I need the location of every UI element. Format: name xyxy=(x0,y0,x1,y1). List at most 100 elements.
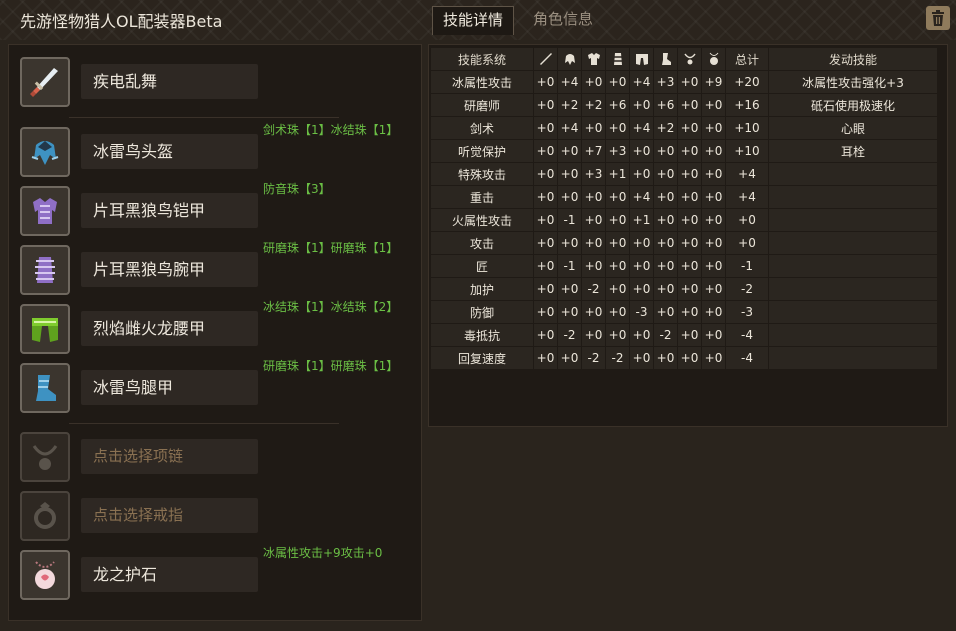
skill-value-cell: +0 xyxy=(678,209,701,231)
armor-name[interactable]: 片耳黑狼鸟铠甲 xyxy=(81,193,258,228)
skill-value-cell: +0 xyxy=(534,324,557,346)
necklace-select[interactable]: 点击选择项链 xyxy=(81,439,258,474)
skill-value-cell: +0 xyxy=(678,71,701,93)
active-skill-cell: 心眼 xyxy=(769,117,937,139)
skill-value-cell: +0 xyxy=(654,163,677,185)
skill-value-cell: +0 xyxy=(534,140,557,162)
skill-total-cell: +4 xyxy=(726,186,768,208)
skill-total-cell: +10 xyxy=(726,117,768,139)
skill-value-cell: +0 xyxy=(534,117,557,139)
skill-name-cell: 重击 xyxy=(431,186,533,208)
skill-total-cell: +10 xyxy=(726,140,768,162)
skills-panel: 技能系统 总计 发动技能 冰属性攻击 +0 +4 +0 +0 +4 +3 +0 … xyxy=(428,44,948,427)
skill-value-cell: +0 xyxy=(630,324,653,346)
skill-value-cell: +4 xyxy=(630,71,653,93)
skill-value-cell: +0 xyxy=(702,94,725,116)
talisman-col-icon xyxy=(702,48,725,70)
gauntlet-icon[interactable] xyxy=(20,245,70,295)
skill-value-cell: +0 xyxy=(558,347,581,369)
skill-value-cell: +0 xyxy=(582,186,605,208)
skill-value-cell: +3 xyxy=(654,71,677,93)
skill-value-cell: -1 xyxy=(558,209,581,231)
skills-table-body: 冰属性攻击 +0 +4 +0 +0 +4 +3 +0 +9 +20 冰属性攻击强化+3 研磨师 +0 +2… xyxy=(431,71,937,369)
skill-value-cell: +0 xyxy=(630,163,653,185)
chest-armor-icon[interactable] xyxy=(20,186,70,236)
talisman-icon[interactable] xyxy=(20,550,70,600)
waist-armor-icon[interactable] xyxy=(20,304,70,354)
skill-value-cell: +0 xyxy=(534,278,557,300)
helmet-icon[interactable] xyxy=(20,127,70,177)
ring-select[interactable]: 点击选择戒指 xyxy=(81,498,258,533)
skill-name-cell: 研磨师 xyxy=(431,94,533,116)
col-active-skill: 发动技能 xyxy=(769,48,937,70)
skill-value-cell: +4 xyxy=(630,117,653,139)
arm-col-icon xyxy=(606,48,629,70)
skill-value-cell: +0 xyxy=(534,347,557,369)
active-skill-cell: 冰属性攻击强化+3 xyxy=(769,71,937,93)
weapon-name[interactable]: 疾电乱舞 xyxy=(81,64,258,99)
skill-value-cell: +0 xyxy=(654,347,677,369)
active-skill-cell xyxy=(769,255,937,277)
skill-value-cell: +0 xyxy=(630,255,653,277)
skill-value-cell: +0 xyxy=(606,324,629,346)
skill-value-cell: +0 xyxy=(678,232,701,254)
skill-value-cell: +2 xyxy=(558,94,581,116)
skill-value-cell: -2 xyxy=(654,324,677,346)
chest-col-icon xyxy=(582,48,605,70)
skill-value-cell: +0 xyxy=(654,278,677,300)
necklace-icon[interactable] xyxy=(20,432,70,482)
skill-value-cell: +0 xyxy=(702,278,725,300)
armor-name[interactable]: 片耳黑狼鸟腕甲 xyxy=(81,252,258,287)
skill-value-cell: +0 xyxy=(678,347,701,369)
table-row: 剑术 +0 +4 +0 +0 +4 +2 +0 +0 +10 心眼 xyxy=(431,117,937,139)
skill-name-cell: 听觉保护 xyxy=(431,140,533,162)
weapon-slot: 疾电乱舞 xyxy=(20,57,420,107)
skill-value-cell: +4 xyxy=(558,71,581,93)
skill-value-cell: +0 xyxy=(606,209,629,231)
skill-value-cell: +0 xyxy=(702,324,725,346)
leg-armor-icon[interactable] xyxy=(20,363,70,413)
skill-value-cell: +0 xyxy=(630,347,653,369)
skill-value-cell: +2 xyxy=(654,117,677,139)
skill-name-cell: 火属性攻击 xyxy=(431,209,533,231)
skill-value-cell: +0 xyxy=(702,186,725,208)
armor-name[interactable]: 烈焰雌火龙腰甲 xyxy=(81,311,258,346)
skill-value-cell: +0 xyxy=(558,301,581,323)
skill-value-cell: +0 xyxy=(534,71,557,93)
necklace-slot: 点击选择项链 xyxy=(20,432,420,482)
talisman-name[interactable]: 龙之护石 xyxy=(81,557,258,592)
ring-slot: 点击选择戒指 xyxy=(20,491,420,541)
skill-value-cell: +0 xyxy=(678,94,701,116)
skill-value-cell: +0 xyxy=(630,140,653,162)
table-row: 火属性攻击 +0 -1 +0 +0 +1 +0 +0 +0 +0 xyxy=(431,209,937,231)
active-skill-cell xyxy=(769,186,937,208)
armor-slot-helmet: 冰雷鸟头盔 剑术珠【1】冰结珠【1】 xyxy=(20,123,420,177)
skill-value-cell: +0 xyxy=(534,163,557,185)
table-row: 特殊攻击 +0 +0 +3 +1 +0 +0 +0 +0 +4 xyxy=(431,163,937,185)
trash-icon[interactable] xyxy=(926,6,950,30)
skill-value-cell: +1 xyxy=(630,209,653,231)
skill-value-cell: +0 xyxy=(702,163,725,185)
armor-slot-arm: 片耳黑狼鸟腕甲 研磨珠【1】研磨珠【1】 xyxy=(20,241,420,295)
armor-name[interactable]: 冰雷鸟头盔 xyxy=(81,134,258,169)
tab-skill-details[interactable]: 技能详情 xyxy=(432,6,515,35)
skill-value-cell: +0 xyxy=(606,71,629,93)
skill-value-cell: +0 xyxy=(678,117,701,139)
skill-value-cell: +0 xyxy=(582,324,605,346)
armor-name[interactable]: 冰雷鸟腿甲 xyxy=(81,370,258,405)
skill-value-cell: +0 xyxy=(678,278,701,300)
col-skill-system: 技能系统 xyxy=(431,48,533,70)
tab-character-info[interactable]: 角色信息 xyxy=(523,6,603,35)
table-row: 匠 +0 -1 +0 +0 +0 +0 +0 +0 -1 xyxy=(431,255,937,277)
blade-weapon-icon[interactable] xyxy=(20,57,70,107)
skill-value-cell: +3 xyxy=(606,140,629,162)
skill-value-cell: +0 xyxy=(654,209,677,231)
app-title: 先游怪物猎人OL配装器Beta xyxy=(20,12,223,31)
skill-value-cell: +0 xyxy=(534,301,557,323)
skill-value-cell: +2 xyxy=(582,94,605,116)
active-skill-cell xyxy=(769,232,937,254)
skill-total-cell: +16 xyxy=(726,94,768,116)
skill-name-cell: 防御 xyxy=(431,301,533,323)
skill-total-cell: +0 xyxy=(726,232,768,254)
ring-icon[interactable] xyxy=(20,491,70,541)
